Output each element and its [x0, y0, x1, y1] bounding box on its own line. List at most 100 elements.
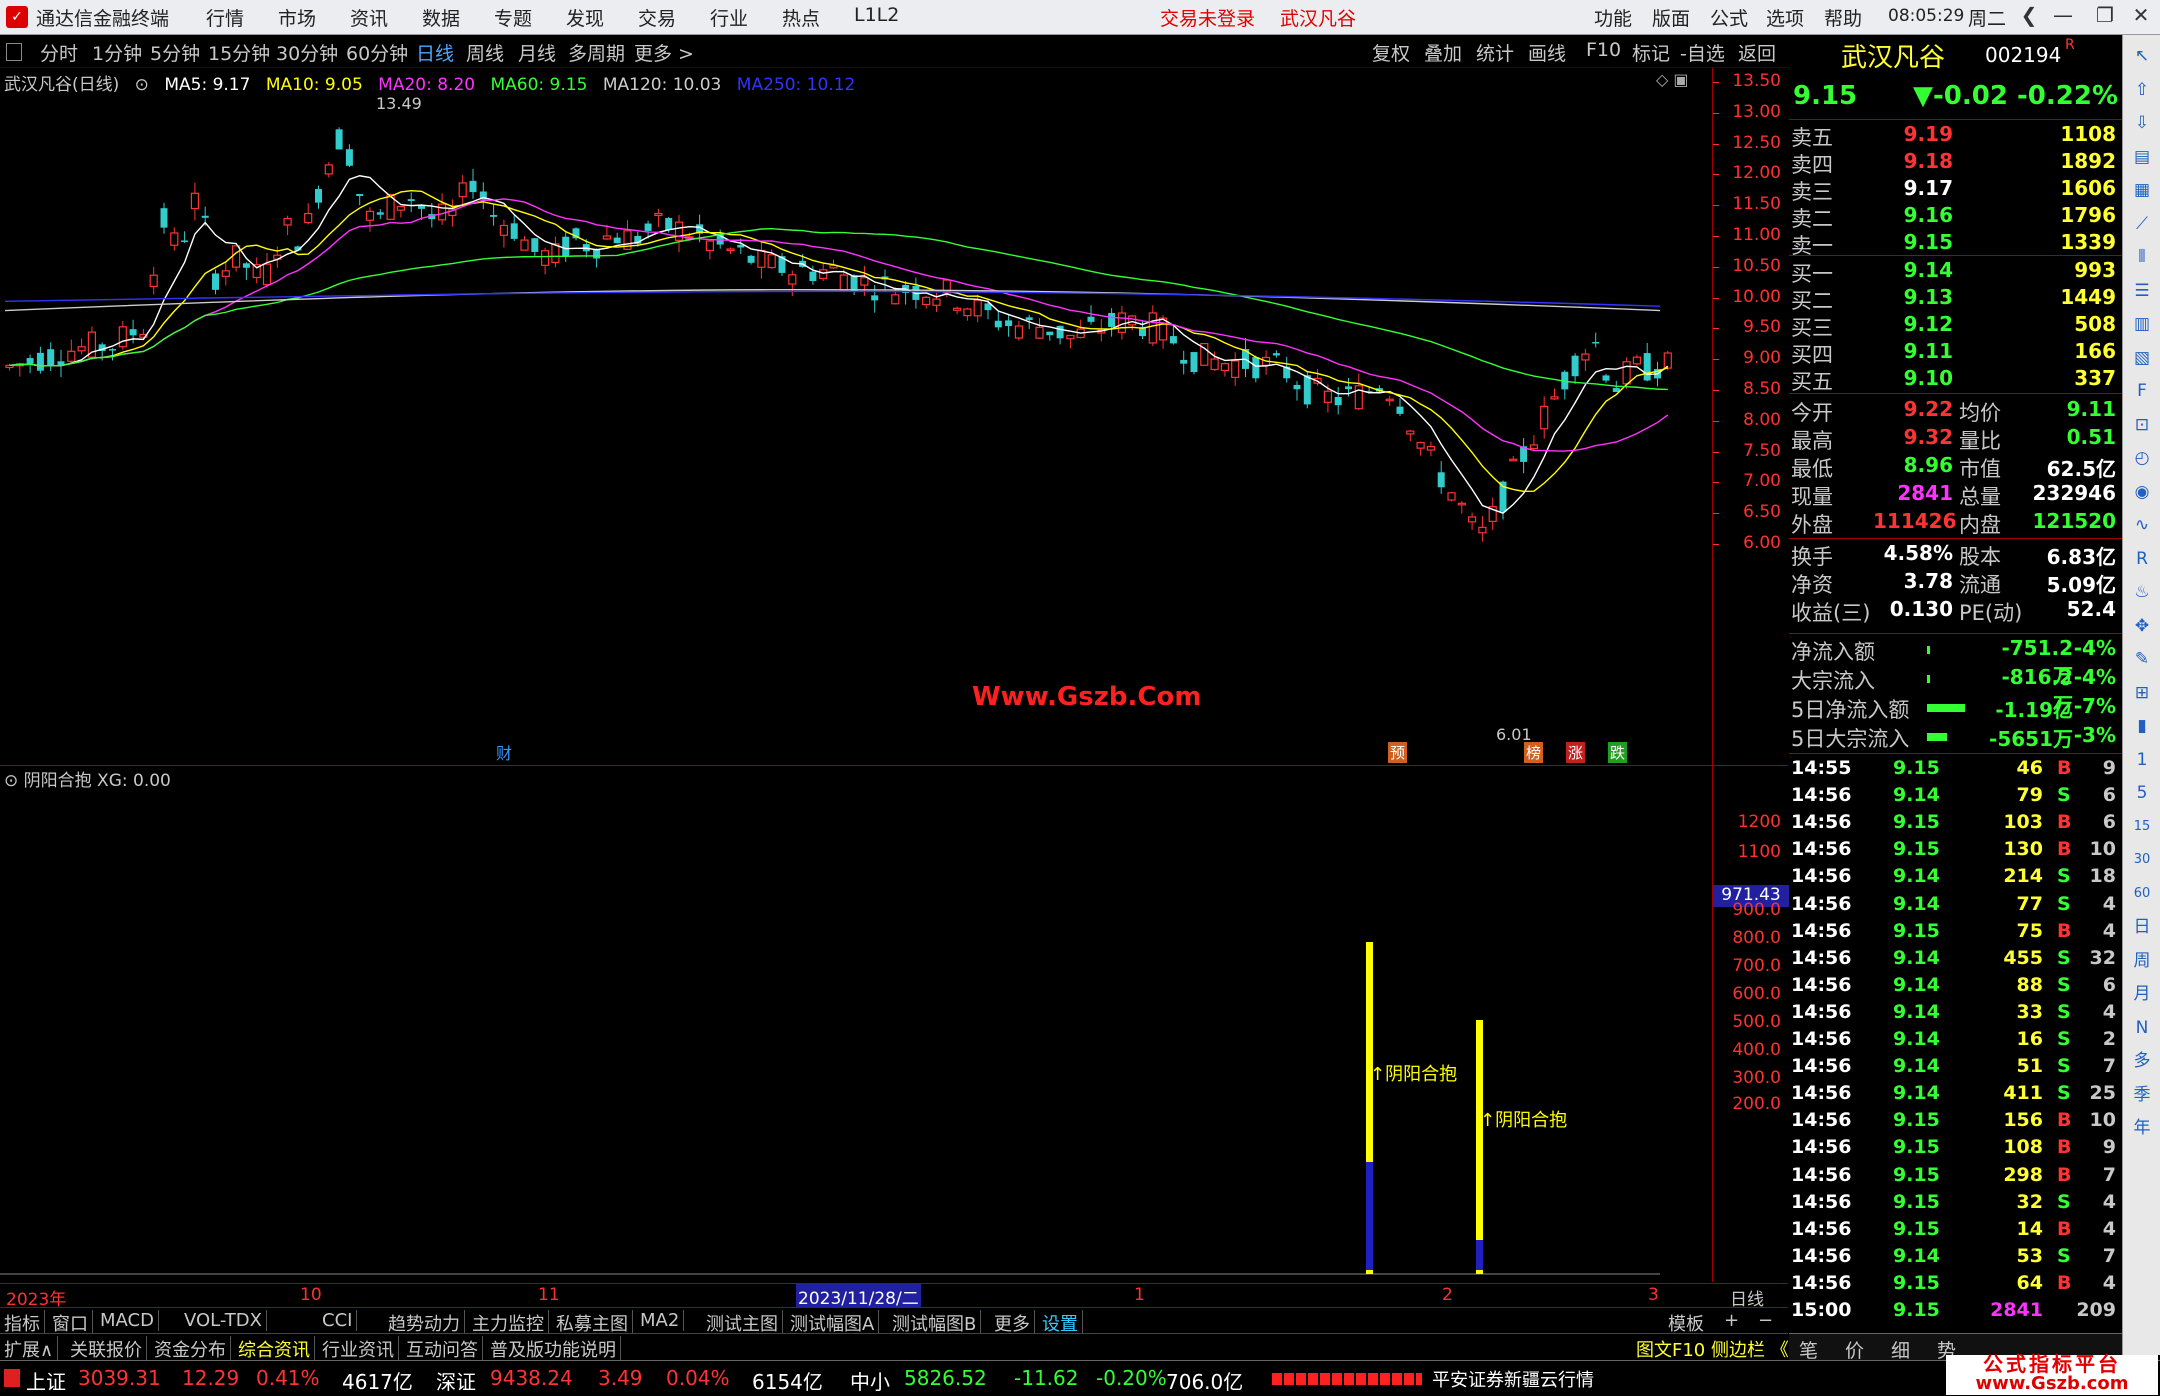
indicator-svg[interactable] — [0, 766, 1712, 1282]
line-icon[interactable]: ⟋ — [2129, 211, 2155, 237]
1-icon[interactable]: 1 — [2129, 747, 2155, 773]
f10-icon[interactable]: ▥ — [2129, 311, 2155, 337]
btn-diejia[interactable]: 叠加 — [1424, 39, 1462, 66]
ext-tab-6[interactable]: 普及版功能说明 — [486, 1336, 621, 1362]
sz-name[interactable]: 深证 — [436, 1366, 476, 1395]
tab-5min[interactable]: 5分钟 — [150, 39, 200, 66]
btn-f10[interactable]: F10 — [1586, 39, 1621, 61]
tab-monthly[interactable]: 月线 — [518, 39, 556, 66]
ext-tab-2[interactable]: 资金分布 — [150, 1336, 231, 1362]
down-icon[interactable]: ⇩ — [2129, 110, 2155, 136]
15-icon[interactable]: 15 — [2129, 814, 2155, 840]
tab-3[interactable]: VOL-TDX — [180, 1310, 267, 1331]
menu-zixun[interactable]: 资讯 — [350, 4, 388, 31]
menu-banmian[interactable]: 版面 — [1652, 4, 1690, 31]
tab-60min[interactable]: 60分钟 — [346, 39, 408, 66]
season-icon[interactable]: 季 — [2129, 1082, 2155, 1108]
tab-8[interactable]: MA2 — [636, 1310, 685, 1331]
tab-daily[interactable]: 日线 — [416, 39, 454, 66]
year-icon[interactable]: 年 — [2129, 1115, 2155, 1141]
ext-tab-4[interactable]: 行业资讯 — [318, 1336, 399, 1362]
up-icon[interactable]: ⇧ — [2129, 77, 2155, 103]
ext-tab-0[interactable]: 扩展∧ — [0, 1336, 59, 1362]
kline-chart[interactable]: 武汉凡谷(日线) ⊙ MA5: 9.17 MA10: 9.05 MA20: 8.… — [0, 68, 1712, 765]
kline-svg[interactable] — [0, 68, 1712, 765]
quote-tab-2[interactable]: 细 — [1891, 1336, 1910, 1363]
marker-die[interactable]: 跌 — [1608, 742, 1628, 763]
multi-icon[interactable]: 多 — [2129, 1048, 2155, 1074]
btn-biaoji[interactable]: 标记 — [1632, 39, 1670, 66]
quote-tab-0[interactable]: 笔 — [1799, 1336, 1818, 1363]
day-icon[interactable]: 日 — [2129, 914, 2155, 940]
menu-hangqing[interactable]: 行情 — [206, 4, 244, 31]
remove-pane-button[interactable]: − — [1758, 1310, 1773, 1331]
tab-fenshi[interactable]: 分时 — [40, 39, 78, 66]
menu-l1l2[interactable]: L1L2 — [854, 4, 899, 26]
menu-faxian[interactable]: 发现 — [566, 4, 604, 31]
kline-icon[interactable]: ⫴ — [2129, 244, 2155, 270]
marker-yu[interactable]: 预 — [1388, 742, 1408, 763]
60-icon[interactable]: 60 — [2129, 881, 2155, 907]
menu-bangzhu[interactable]: 帮助 — [1824, 4, 1862, 31]
tab-1min[interactable]: 1分钟 — [92, 39, 142, 66]
fire-icon[interactable]: ♨ — [2129, 579, 2155, 605]
login-status[interactable]: 交易未登录 — [1160, 4, 1255, 31]
f5-icon[interactable]: ⊞ — [2129, 680, 2155, 706]
menu-redian[interactable]: 热点 — [782, 4, 820, 31]
ext-tab-3[interactable]: 综合资讯 — [234, 1336, 315, 1362]
wave-icon[interactable]: ∿ — [2129, 512, 2155, 538]
btn-back[interactable]: 返回 — [1738, 39, 1776, 66]
tab-weekly[interactable]: 周线 — [466, 39, 504, 66]
settings-icon[interactable]: ⊙ — [135, 75, 149, 95]
menu-xuanxiang[interactable]: 选项 — [1766, 4, 1804, 31]
sidebar-toggle-icon[interactable] — [6, 43, 22, 61]
tab-30min[interactable]: 30分钟 — [276, 39, 338, 66]
30-icon[interactable]: 30 — [2129, 847, 2155, 873]
btn-huaxian[interactable]: 画线 — [1528, 39, 1566, 66]
indicator-chart[interactable]: ⊙ 阴阳合抱 XG: 0.00 ↑阴阳合抱 ↑阴阳合抱 — [0, 766, 1712, 1282]
f10-sidebar-link[interactable]: 图文F10 侧边栏 《 — [1636, 1336, 1789, 1362]
arrow-icon[interactable]: ↖ — [2129, 43, 2155, 69]
marker-cai[interactable]: 财 — [496, 740, 512, 764]
tab-4[interactable]: CCI — [318, 1310, 358, 1331]
f-icon[interactable]: F — [2129, 378, 2155, 404]
grid-icon[interactable]: ▦ — [2129, 177, 2155, 203]
chart-icon[interactable]: ▤ — [2129, 144, 2155, 170]
zx-name[interactable]: 中小 — [850, 1366, 890, 1395]
bar-icon[interactable]: ▮ — [2129, 713, 2155, 739]
menu-gongshi[interactable]: 公式 — [1710, 4, 1748, 31]
menu-shichang[interactable]: 市场 — [278, 4, 316, 31]
tab-multi-period[interactable]: 多周期 — [568, 39, 625, 66]
ext-tab-1[interactable]: 关联报价 — [66, 1336, 147, 1362]
rsi-icon[interactable]: R — [2129, 546, 2155, 572]
eye-icon[interactable]: ◉ — [2129, 479, 2155, 505]
pen-icon[interactable]: ✎ — [2129, 646, 2155, 672]
marker-zhang[interactable]: 涨 — [1566, 742, 1586, 763]
move-icon[interactable]: ✥ — [2129, 613, 2155, 639]
week-icon[interactable]: 周 — [2129, 948, 2155, 974]
back-icon[interactable]: ❮ — [2014, 3, 2044, 29]
list-icon[interactable]: ☰ — [2129, 278, 2155, 304]
btn-zixuan[interactable]: -自选 — [1680, 39, 1725, 66]
month-icon[interactable]: 月 — [2129, 981, 2155, 1007]
menu-jiaoyi[interactable]: 交易 — [638, 4, 676, 31]
n-icon[interactable]: N — [2129, 1015, 2155, 1041]
btn-tongji[interactable]: 统计 — [1476, 39, 1514, 66]
menu-zhuanti[interactable]: 专题 — [494, 4, 532, 31]
sh-name[interactable]: 上证 — [26, 1366, 66, 1395]
tab-15min[interactable]: 15分钟 — [208, 39, 270, 66]
fs-icon[interactable]: ⊡ — [2129, 412, 2155, 438]
ext-tab-5[interactable]: 互动问答 — [402, 1336, 483, 1362]
tab-2[interactable]: MACD — [96, 1310, 159, 1331]
book-icon[interactable]: ▧ — [2129, 345, 2155, 371]
menu-shuju[interactable]: 数据 — [422, 4, 460, 31]
chart-option-icons[interactable]: ◇ ▣ — [1656, 70, 1689, 89]
restore-icon[interactable]: ❐ — [2090, 3, 2120, 29]
btn-fuquan[interactable]: 复权 — [1372, 39, 1410, 66]
indicator-settings-icon[interactable]: ⊙ — [4, 771, 18, 791]
5-icon[interactable]: 5 — [2129, 780, 2155, 806]
quote-tab-1[interactable]: 价 — [1845, 1336, 1864, 1363]
marker-bang[interactable]: 榜 — [1524, 742, 1544, 763]
menu-gongneng[interactable]: 功能 — [1594, 4, 1632, 31]
minimize-icon[interactable]: — — [2048, 3, 2078, 29]
